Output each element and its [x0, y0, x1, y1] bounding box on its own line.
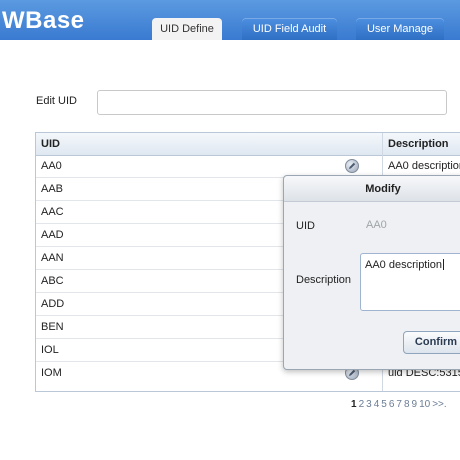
tab-uid-define[interactable]: UID Define	[152, 18, 222, 40]
pencil-icon[interactable]	[345, 159, 359, 173]
pagination: 1 2 3 4 5 6 7 8 9 10 >>.	[351, 399, 449, 410]
text-caret	[443, 259, 445, 270]
table-header: UID Description	[36, 133, 460, 156]
page-link[interactable]: 2	[359, 399, 365, 410]
page-link[interactable]: 4	[374, 399, 380, 410]
uid-cell: AA0	[41, 160, 62, 172]
uid-cell: IOL	[41, 344, 59, 356]
uid-cell: ABC	[41, 275, 64, 287]
page-current: 1	[351, 399, 357, 410]
app-logo: WBase	[2, 7, 85, 34]
next-page-link[interactable]: >>.	[432, 399, 446, 410]
uid-cell: AAN	[41, 252, 64, 264]
edit-uid-input[interactable]	[97, 90, 447, 115]
modify-dialog: Modify UID AA0 Description AA0 descripti…	[283, 175, 460, 370]
uid-cell: IOM	[41, 367, 62, 379]
description-label: Description	[296, 274, 352, 286]
page-link[interactable]: 8	[404, 399, 410, 410]
column-header-description[interactable]: Description	[388, 133, 449, 155]
description-text: AA0 description	[365, 259, 443, 271]
edit-uid-label: Edit UID	[36, 95, 77, 107]
uid-cell: AAB	[41, 183, 64, 195]
page-link[interactable]: 9	[412, 399, 418, 410]
uid-cell: AAD	[41, 229, 64, 241]
page-link[interactable]: 10	[419, 399, 430, 410]
app-header: WBase UID Define UID Field Audit User Ma…	[0, 0, 460, 40]
page-link[interactable]: 6	[389, 399, 395, 410]
tab-user-manage[interactable]: User Manage	[356, 18, 444, 40]
column-header-uid[interactable]: UID	[41, 133, 60, 155]
page-link[interactable]: 7	[396, 399, 402, 410]
uid-field: AA0	[362, 213, 460, 237]
description-field[interactable]: AA0 description	[360, 253, 460, 311]
uid-cell: BEN	[41, 321, 64, 333]
dialog-title[interactable]: Modify	[284, 176, 460, 202]
page-link[interactable]: 5	[381, 399, 387, 410]
uid-cell: ADD	[41, 298, 65, 310]
confirm-button[interactable]: Confirm	[403, 331, 460, 354]
uid-label: UID	[296, 220, 315, 232]
tab-uid-field-audit[interactable]: UID Field Audit	[242, 18, 337, 40]
uid-cell: AAC	[41, 206, 64, 218]
page-link[interactable]: 3	[366, 399, 372, 410]
